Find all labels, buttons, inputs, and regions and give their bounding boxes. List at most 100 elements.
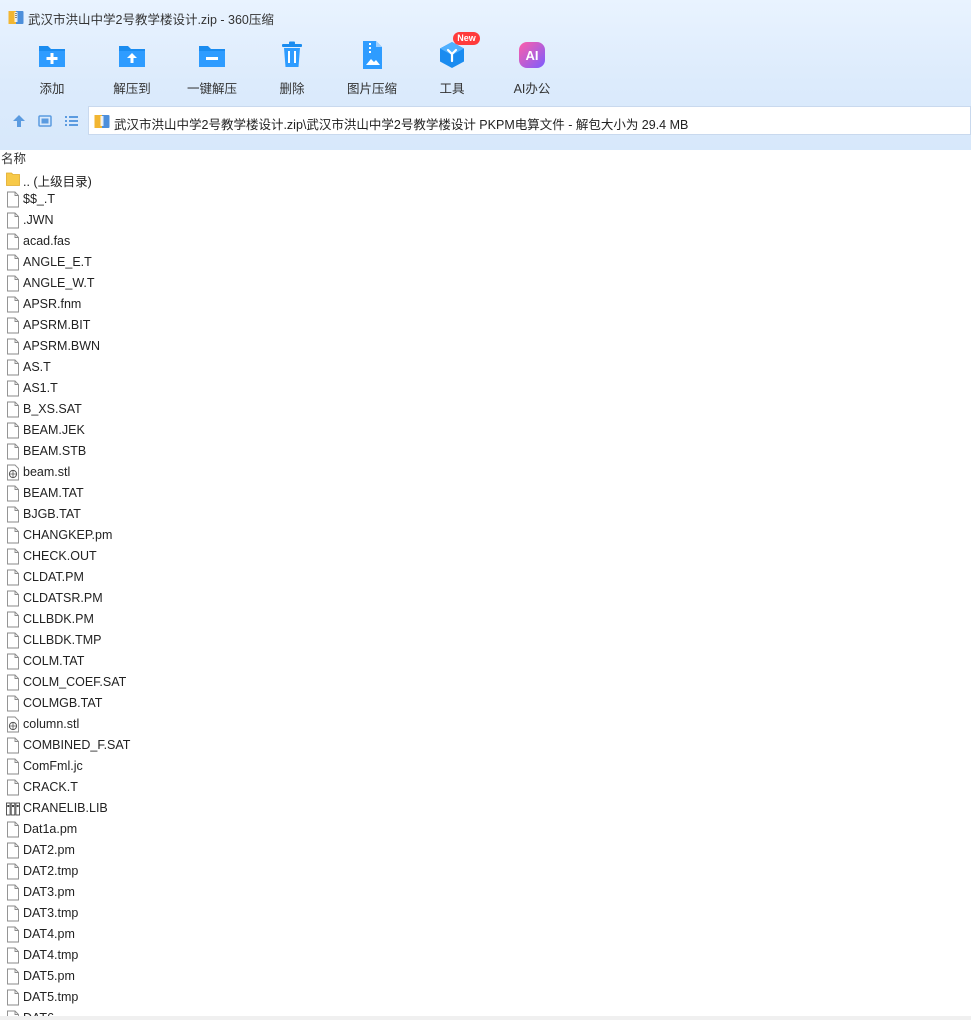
name-column-header[interactable]: 名称 [1,148,26,167]
list-item[interactable]: B_XS.SAT [0,399,971,420]
list-item[interactable]: DAT2.tmp [0,861,971,882]
file-name: AS1.T [23,381,58,395]
list-item[interactable]: DAT4.pm [0,924,971,945]
column-header[interactable]: 名称 [0,146,971,167]
file-name: APSRM.BWN [23,339,101,353]
list-item[interactable]: DAT3.pm [0,882,971,903]
file-name: .JWN [23,213,54,227]
list-item[interactable]: acad.fas [0,231,971,252]
file-name: DAT3.tmp [23,906,79,920]
file-name: B_XS.SAT [23,402,82,416]
list-item[interactable]: CHANGKEP.pm [0,525,971,546]
file-name: ANGLE_W.T [23,276,95,290]
file-icon [6,926,20,943]
list-item[interactable]: CRANELIB.LIB [0,798,971,819]
list-item[interactable]: BEAM.TAT [0,483,971,504]
file-name: Dat1a.pm [23,822,78,836]
list-item[interactable]: BEAM.JEK [0,420,971,441]
add-folder-icon [39,46,65,67]
list-item[interactable]: DAT3.tmp [0,903,971,924]
list-item[interactable]: CLLBDK.PM [0,609,971,630]
file-name: beam.stl [23,465,71,479]
list-item[interactable]: CLDAT.PM [0,567,971,588]
address-bar[interactable]: 武汉市洪山中学2号教学楼设计.zip\武汉市洪山中学2号教学楼设计 PKPM电算… [88,106,971,135]
one-click-extract-button[interactable]: 一键解压 [179,38,245,96]
file-name: DAT2.tmp [23,864,79,878]
list-item[interactable]: BEAM.STB [0,441,971,462]
list-item[interactable]: COLMGB.TAT [0,693,971,714]
list-item[interactable]: CRACK.T [0,777,971,798]
tools-label: 工具 [439,82,465,96]
file-icon [6,779,20,796]
file-icon [6,884,20,901]
file-icon [6,359,20,376]
file-icon [6,233,20,250]
file-name: CLDAT.PM [23,570,84,584]
file-name: ComFml.jc [23,759,83,773]
file-name: DAT4.pm [23,927,75,941]
list-item[interactable]: ANGLE_W.T [0,273,971,294]
file-icon [6,737,20,754]
list-item[interactable]: DAT4.tmp [0,945,971,966]
ai-office-label: AI办公 [513,82,551,96]
list-item[interactable]: CLDATSR.PM [0,588,971,609]
file-name: COLMGB.TAT [23,696,103,710]
list-item[interactable]: Dat1a.pm [0,819,971,840]
list-item[interactable]: APSRM.BIT [0,315,971,336]
list-item[interactable]: CLLBDK.TMP [0,630,971,651]
file-icon [6,590,20,607]
list-item[interactable]: COMBINED_F.SAT [0,735,971,756]
delete-button[interactable]: 删除 [259,38,325,96]
file-name: COMBINED_F.SAT [23,738,131,752]
add-label: 添加 [39,82,65,96]
file-icon [6,212,20,229]
window-title: 武汉市洪山中学2号教学楼设计.zip - 360压缩 [28,13,274,27]
up-arrow-icon[interactable] [11,113,27,129]
image-compress-button[interactable]: 图片压缩 [339,38,405,96]
image-compress-icon [363,41,382,69]
file-name: CHECK.OUT [23,549,97,563]
list-item[interactable]: AS.T [0,357,971,378]
list-item[interactable]: beam.stl [0,462,971,483]
list-item[interactable]: column.stl [0,714,971,735]
list-item[interactable]: COLM_COEF.SAT [0,672,971,693]
file-name: BEAM.TAT [23,486,84,500]
top-bar: 武汉市洪山中学2号教学楼设计.zip - 360压缩 添加 解压到 一键解压 删… [0,0,971,150]
file-name: DAT4.tmp [23,948,79,962]
list-item[interactable]: ComFml.jc [0,756,971,777]
file-icon [6,905,20,922]
list-view-icon[interactable] [63,113,79,129]
file-icon [6,443,20,460]
list-item[interactable]: CHECK.OUT [0,546,971,567]
ai-office-button[interactable]: AI AI办公 [499,38,565,96]
file-list[interactable]: .. (上级目录) $$_.T .JWN acad.fas ANGLE_E.T ANGLE… [0,168,971,1020]
list-item[interactable]: .. (上级目录) [0,168,971,189]
horizontal-scrollbar[interactable] [0,1016,971,1020]
list-item[interactable]: AS1.T [0,378,971,399]
thumbnail-view-icon[interactable] [37,113,53,129]
add-button[interactable]: 添加 [19,38,85,96]
list-item[interactable]: APSR.fnm [0,294,971,315]
list-item[interactable]: DAT5.pm [0,966,971,987]
extract-to-button[interactable]: 解压到 [99,38,165,96]
tools-button[interactable]: 工具 [419,38,485,96]
list-item[interactable]: DAT2.pm [0,840,971,861]
file-icon [6,191,20,208]
file-name: ANGLE_E.T [23,255,92,269]
list-item[interactable]: BJGB.TAT [0,504,971,525]
file-name: DAT5.tmp [23,990,79,1004]
file-icon [6,401,20,418]
file-name: CRACK.T [23,780,78,794]
file-icon [6,485,20,502]
list-item[interactable]: APSRM.BWN [0,336,971,357]
list-item[interactable]: ANGLE_E.T [0,252,971,273]
file-icon [6,695,20,712]
list-item[interactable]: .JWN [0,210,971,231]
list-item[interactable]: $$_.T [0,189,971,210]
ai-icon-text: AI [526,48,539,63]
file-icon [6,611,20,628]
file-name: CLDATSR.PM [23,591,103,605]
list-item[interactable]: COLM.TAT [0,651,971,672]
list-item[interactable]: DAT5.tmp [0,987,971,1008]
file-icon [6,527,20,544]
